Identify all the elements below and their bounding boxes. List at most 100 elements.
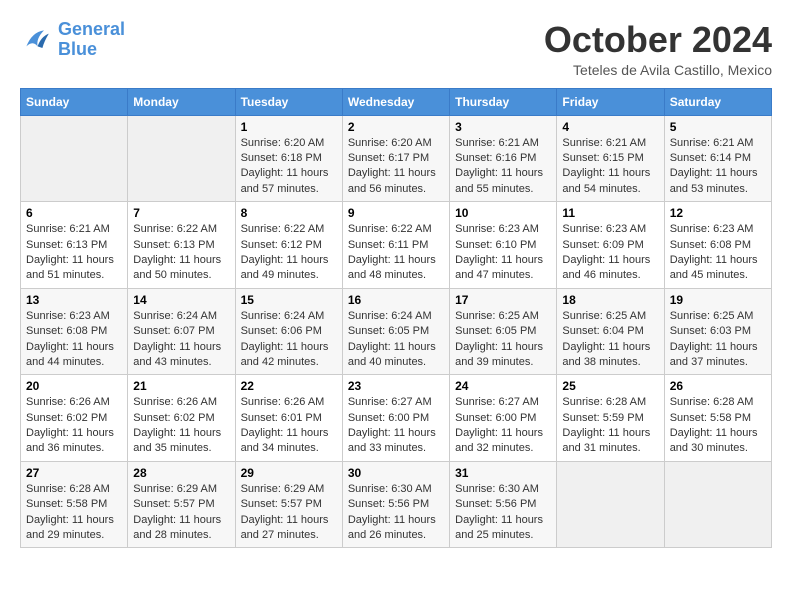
sunset-label: Sunset: 6:05 PM	[348, 325, 429, 337]
daylight-label: Daylight: 11 hours and 29 minutes.	[26, 514, 114, 541]
sunrise-label: Sunrise: 6:24 AM	[133, 310, 217, 322]
sunset-label: Sunset: 6:08 PM	[670, 239, 751, 251]
day-info: Sunrise: 6:20 AM Sunset: 6:17 PM Dayligh…	[348, 136, 444, 198]
calendar-week-1: 1 Sunrise: 6:20 AM Sunset: 6:18 PM Dayli…	[21, 115, 772, 202]
sunrise-label: Sunrise: 6:23 AM	[562, 223, 646, 235]
sunset-label: Sunset: 5:59 PM	[562, 412, 643, 424]
daylight-label: Daylight: 11 hours and 37 minutes.	[670, 341, 758, 368]
day-info: Sunrise: 6:30 AM Sunset: 5:56 PM Dayligh…	[455, 482, 551, 544]
daylight-label: Daylight: 11 hours and 31 minutes.	[562, 427, 650, 454]
calendar-cell: 16 Sunrise: 6:24 AM Sunset: 6:05 PM Dayl…	[342, 288, 449, 375]
calendar-cell: 28 Sunrise: 6:29 AM Sunset: 5:57 PM Dayl…	[128, 461, 235, 548]
daylight-label: Daylight: 11 hours and 54 minutes.	[562, 167, 650, 194]
day-info: Sunrise: 6:23 AM Sunset: 6:09 PM Dayligh…	[562, 222, 658, 284]
day-info: Sunrise: 6:21 AM Sunset: 6:14 PM Dayligh…	[670, 136, 766, 198]
daylight-label: Daylight: 11 hours and 28 minutes.	[133, 514, 221, 541]
day-number: 10	[455, 206, 551, 220]
calendar-cell: 4 Sunrise: 6:21 AM Sunset: 6:15 PM Dayli…	[557, 115, 664, 202]
calendar-cell: 12 Sunrise: 6:23 AM Sunset: 6:08 PM Dayl…	[664, 202, 771, 289]
sunrise-label: Sunrise: 6:29 AM	[133, 483, 217, 495]
sunrise-label: Sunrise: 6:20 AM	[348, 137, 432, 149]
day-info: Sunrise: 6:22 AM Sunset: 6:11 PM Dayligh…	[348, 222, 444, 284]
day-number: 5	[670, 120, 766, 134]
daylight-label: Daylight: 11 hours and 42 minutes.	[241, 341, 329, 368]
day-number: 14	[133, 293, 229, 307]
sunrise-label: Sunrise: 6:28 AM	[562, 396, 646, 408]
calendar-cell: 20 Sunrise: 6:26 AM Sunset: 6:02 PM Dayl…	[21, 375, 128, 462]
day-info: Sunrise: 6:26 AM Sunset: 6:02 PM Dayligh…	[26, 395, 122, 457]
sunrise-label: Sunrise: 6:22 AM	[348, 223, 432, 235]
calendar-cell: 27 Sunrise: 6:28 AM Sunset: 5:58 PM Dayl…	[21, 461, 128, 548]
day-number: 3	[455, 120, 551, 134]
sunrise-label: Sunrise: 6:29 AM	[241, 483, 325, 495]
sunrise-label: Sunrise: 6:25 AM	[670, 310, 754, 322]
sunset-label: Sunset: 6:02 PM	[26, 412, 107, 424]
day-number: 6	[26, 206, 122, 220]
day-info: Sunrise: 6:25 AM Sunset: 6:04 PM Dayligh…	[562, 309, 658, 371]
day-info: Sunrise: 6:25 AM Sunset: 6:03 PM Dayligh…	[670, 309, 766, 371]
daylight-label: Daylight: 11 hours and 26 minutes.	[348, 514, 436, 541]
calendar-cell: 19 Sunrise: 6:25 AM Sunset: 6:03 PM Dayl…	[664, 288, 771, 375]
sunset-label: Sunset: 6:03 PM	[670, 325, 751, 337]
daylight-label: Daylight: 11 hours and 27 minutes.	[241, 514, 329, 541]
day-number: 28	[133, 466, 229, 480]
calendar-cell: 13 Sunrise: 6:23 AM Sunset: 6:08 PM Dayl…	[21, 288, 128, 375]
daylight-label: Daylight: 11 hours and 36 minutes.	[26, 427, 114, 454]
sunset-label: Sunset: 6:11 PM	[348, 239, 429, 251]
calendar-cell: 1 Sunrise: 6:20 AM Sunset: 6:18 PM Dayli…	[235, 115, 342, 202]
day-number: 13	[26, 293, 122, 307]
sunset-label: Sunset: 6:08 PM	[26, 325, 107, 337]
day-info: Sunrise: 6:29 AM Sunset: 5:57 PM Dayligh…	[133, 482, 229, 544]
calendar-cell: 29 Sunrise: 6:29 AM Sunset: 5:57 PM Dayl…	[235, 461, 342, 548]
daylight-label: Daylight: 11 hours and 45 minutes.	[670, 254, 758, 281]
calendar-table: SundayMondayTuesdayWednesdayThursdayFrid…	[20, 88, 772, 549]
daylight-label: Daylight: 11 hours and 46 minutes.	[562, 254, 650, 281]
calendar-cell: 3 Sunrise: 6:21 AM Sunset: 6:16 PM Dayli…	[450, 115, 557, 202]
day-number: 16	[348, 293, 444, 307]
sunset-label: Sunset: 6:02 PM	[133, 412, 214, 424]
day-info: Sunrise: 6:24 AM Sunset: 6:06 PM Dayligh…	[241, 309, 337, 371]
daylight-label: Daylight: 11 hours and 34 minutes.	[241, 427, 329, 454]
daylight-label: Daylight: 11 hours and 30 minutes.	[670, 427, 758, 454]
sunrise-label: Sunrise: 6:30 AM	[455, 483, 539, 495]
sunrise-label: Sunrise: 6:23 AM	[26, 310, 110, 322]
day-info: Sunrise: 6:27 AM Sunset: 6:00 PM Dayligh…	[455, 395, 551, 457]
calendar-cell: 17 Sunrise: 6:25 AM Sunset: 6:05 PM Dayl…	[450, 288, 557, 375]
day-info: Sunrise: 6:24 AM Sunset: 6:07 PM Dayligh…	[133, 309, 229, 371]
day-number: 24	[455, 379, 551, 393]
calendar-body: 1 Sunrise: 6:20 AM Sunset: 6:18 PM Dayli…	[21, 115, 772, 548]
calendar-cell: 11 Sunrise: 6:23 AM Sunset: 6:09 PM Dayl…	[557, 202, 664, 289]
sunset-label: Sunset: 6:10 PM	[455, 239, 536, 251]
sunset-label: Sunset: 5:56 PM	[348, 498, 429, 510]
sunrise-label: Sunrise: 6:25 AM	[455, 310, 539, 322]
calendar-cell	[664, 461, 771, 548]
location-subtitle: Teteles de Avila Castillo, Mexico	[544, 62, 772, 78]
sunset-label: Sunset: 6:12 PM	[241, 239, 322, 251]
sunset-label: Sunset: 6:05 PM	[455, 325, 536, 337]
sunset-label: Sunset: 6:07 PM	[133, 325, 214, 337]
sunrise-label: Sunrise: 6:21 AM	[455, 137, 539, 149]
day-number: 22	[241, 379, 337, 393]
daylight-label: Daylight: 11 hours and 53 minutes.	[670, 167, 758, 194]
sunrise-label: Sunrise: 6:22 AM	[133, 223, 217, 235]
day-info: Sunrise: 6:23 AM Sunset: 6:08 PM Dayligh…	[670, 222, 766, 284]
day-number: 19	[670, 293, 766, 307]
sunrise-label: Sunrise: 6:23 AM	[455, 223, 539, 235]
day-number: 20	[26, 379, 122, 393]
day-info: Sunrise: 6:21 AM Sunset: 6:13 PM Dayligh…	[26, 222, 122, 284]
sunset-label: Sunset: 5:56 PM	[455, 498, 536, 510]
sunset-label: Sunset: 6:18 PM	[241, 152, 322, 164]
daylight-label: Daylight: 11 hours and 49 minutes.	[241, 254, 329, 281]
calendar-cell: 22 Sunrise: 6:26 AM Sunset: 6:01 PM Dayl…	[235, 375, 342, 462]
weekday-header-tuesday: Tuesday	[235, 88, 342, 115]
day-number: 30	[348, 466, 444, 480]
calendar-cell: 18 Sunrise: 6:25 AM Sunset: 6:04 PM Dayl…	[557, 288, 664, 375]
weekday-header-wednesday: Wednesday	[342, 88, 449, 115]
sunrise-label: Sunrise: 6:21 AM	[562, 137, 646, 149]
sunrise-label: Sunrise: 6:21 AM	[26, 223, 110, 235]
day-info: Sunrise: 6:24 AM Sunset: 6:05 PM Dayligh…	[348, 309, 444, 371]
day-number: 7	[133, 206, 229, 220]
calendar-cell: 10 Sunrise: 6:23 AM Sunset: 6:10 PM Dayl…	[450, 202, 557, 289]
day-info: Sunrise: 6:22 AM Sunset: 6:12 PM Dayligh…	[241, 222, 337, 284]
calendar-week-5: 27 Sunrise: 6:28 AM Sunset: 5:58 PM Dayl…	[21, 461, 772, 548]
